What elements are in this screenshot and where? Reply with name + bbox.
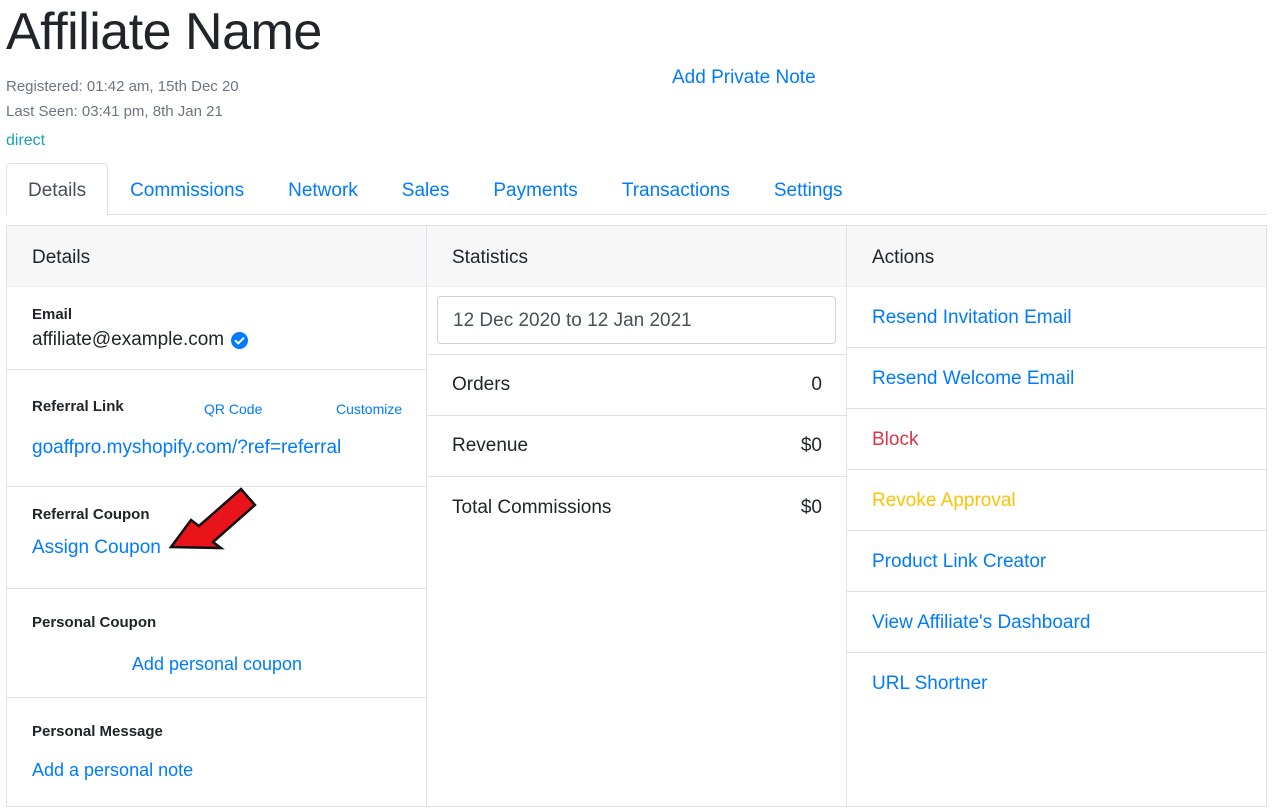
view-affiliate-dashboard-link[interactable]: View Affiliate's Dashboard xyxy=(847,592,1266,653)
block-link[interactable]: Block xyxy=(847,409,1266,470)
tab-settings[interactable]: Settings xyxy=(752,163,865,215)
personal-message-section: Personal Message Add a personal note xyxy=(7,698,426,806)
add-personal-coupon-link[interactable]: Add personal coupon xyxy=(7,654,427,675)
personal-coupon-label: Personal Coupon xyxy=(32,614,157,631)
assign-coupon-link[interactable]: Assign Coupon xyxy=(32,537,161,558)
stat-label: Orders xyxy=(452,374,511,395)
tab-details[interactable]: Details xyxy=(6,163,109,216)
actions-heading: Actions xyxy=(847,226,1266,287)
add-private-note-link[interactable]: Add Private Note xyxy=(672,67,816,89)
tab-network[interactable]: Network xyxy=(266,163,380,215)
actions-column: Actions Resend Invitation Email Resend W… xyxy=(847,226,1266,806)
details-column: Details Email affiliate@example.com Refe… xyxy=(7,226,427,806)
customize-link[interactable]: Customize xyxy=(336,401,402,417)
email-section: Email affiliate@example.com xyxy=(7,287,426,370)
url-shortner-link[interactable]: URL Shortner xyxy=(847,653,1266,714)
email-value: affiliate@example.com xyxy=(32,329,225,350)
referral-coupon-section: Referral Coupon Assign Coupon xyxy=(7,487,426,589)
stat-label: Revenue xyxy=(452,435,529,456)
referral-link-value[interactable]: goaffpro.myshopify.com/?ref=referral xyxy=(32,437,341,458)
tab-payments[interactable]: Payments xyxy=(471,163,599,215)
personal-coupon-section: Personal Coupon Add personal coupon xyxy=(7,589,426,698)
statistics-heading: Statistics xyxy=(427,226,846,287)
stat-value: $0 xyxy=(800,435,822,456)
page-title: Affiliate Name xyxy=(6,3,322,61)
referral-link-section: Referral Link QR Code Customize goaffpro… xyxy=(7,370,426,487)
qr-code-link[interactable]: QR Code xyxy=(204,401,262,417)
registered-date: Registered: 01:42 am, 15th Dec 20 xyxy=(6,78,239,95)
date-range-input[interactable]: 12 Dec 2020 to 12 Jan 2021 xyxy=(437,296,836,344)
tab-transactions[interactable]: Transactions xyxy=(600,163,752,215)
personal-message-label: Personal Message xyxy=(32,723,163,740)
stat-label: Total Commissions xyxy=(452,496,612,518)
stat-row-orders: Orders 0 xyxy=(427,355,846,416)
add-personal-note-link[interactable]: Add a personal note xyxy=(32,760,193,780)
stat-row-total-commissions: Total Commissions $0 xyxy=(427,477,846,538)
date-range-wrapper: 12 Dec 2020 to 12 Jan 2021 xyxy=(427,287,846,355)
tab-bar: Details Commissions Network Sales Paymen… xyxy=(6,163,1267,216)
statistics-column: Statistics 12 Dec 2020 to 12 Jan 2021 Or… xyxy=(427,226,847,806)
details-heading: Details xyxy=(7,226,426,287)
last-seen-date: Last Seen: 03:41 pm, 8th Jan 21 xyxy=(6,103,223,120)
check-circle-icon xyxy=(231,331,249,349)
source-link[interactable]: direct xyxy=(6,132,45,150)
tab-commissions[interactable]: Commissions xyxy=(108,163,266,215)
resend-invitation-email-link[interactable]: Resend Invitation Email xyxy=(847,287,1266,348)
email-row: affiliate@example.com xyxy=(32,329,426,351)
revoke-approval-link[interactable]: Revoke Approval xyxy=(847,470,1266,531)
product-link-creator-link[interactable]: Product Link Creator xyxy=(847,531,1266,592)
stat-row-revenue: Revenue $0 xyxy=(427,416,846,477)
stat-value: 0 xyxy=(811,374,822,395)
stat-value: $0 xyxy=(800,496,822,518)
email-label: Email xyxy=(32,306,73,323)
red-arrow-icon xyxy=(167,487,267,562)
tab-sales[interactable]: Sales xyxy=(380,163,472,215)
affiliate-panel: Details Email affiliate@example.com Refe… xyxy=(6,225,1267,807)
resend-welcome-email-link[interactable]: Resend Welcome Email xyxy=(847,348,1266,409)
